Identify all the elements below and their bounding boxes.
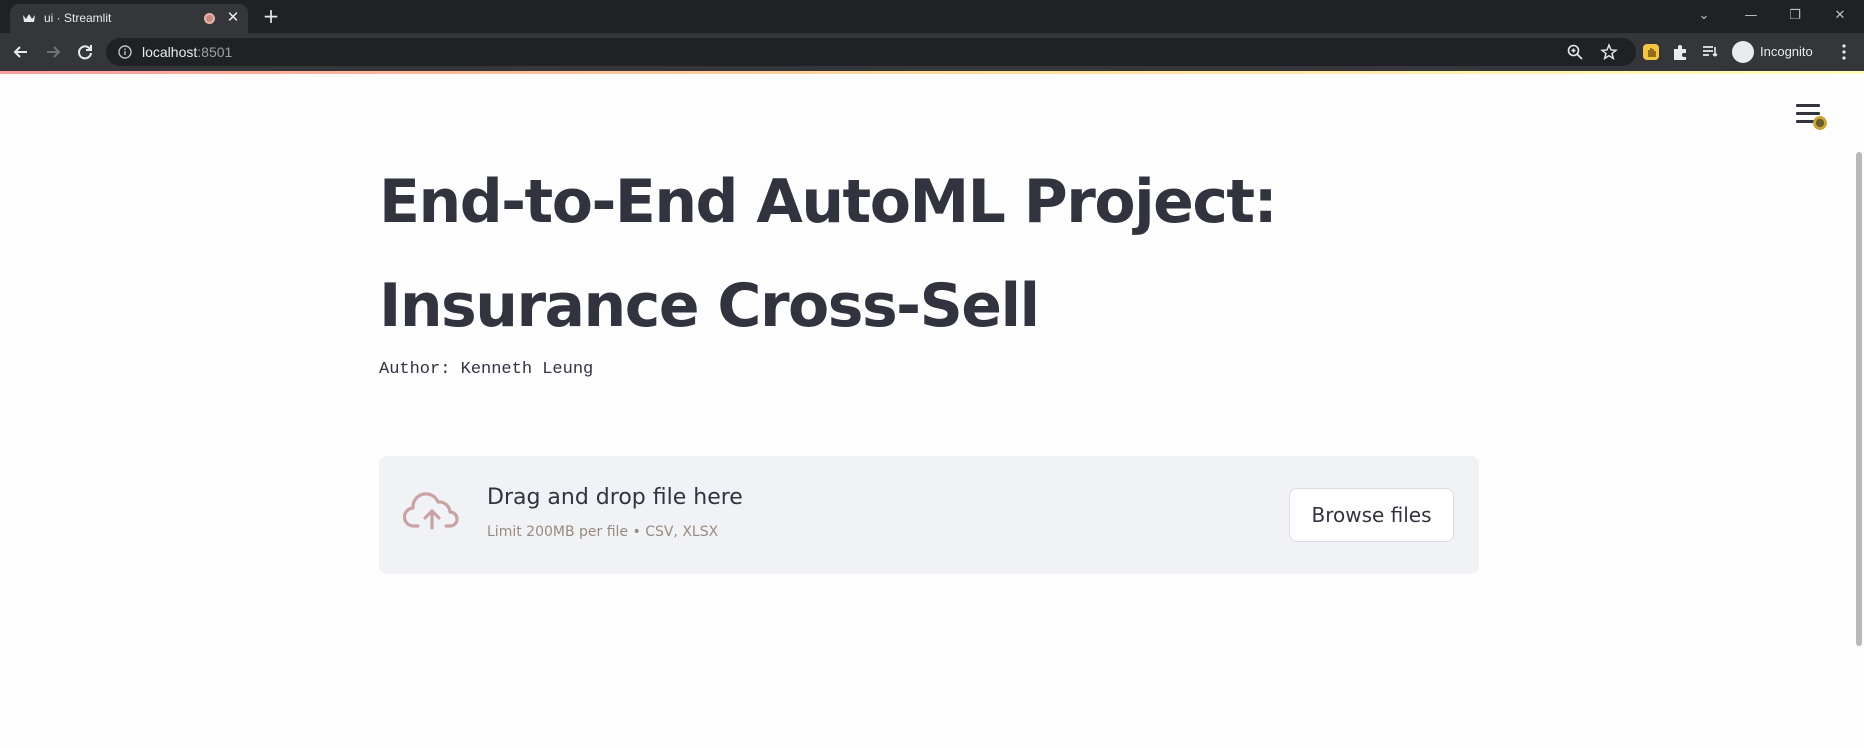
site-info-icon[interactable] [118,45,132,59]
reload-icon[interactable] [74,41,96,63]
incognito-icon [1732,41,1754,63]
url-port: :8501 [197,44,233,60]
tab-title: ui · Streamlit [44,11,112,25]
dropzone-limit-text: Limit 200MB per file • CSV, XLSX [487,524,719,540]
bookmark-star-icon[interactable] [1600,43,1618,61]
page-title: End-to-End AutoML Project: Insurance Cro… [379,150,1379,358]
address-bar[interactable]: localhost:8501 [106,38,1636,66]
profile-label: Incognito [1760,44,1813,59]
forward-arrow-icon[interactable] [42,41,64,63]
browser-toolbar: localhost:8501 Incognito [0,33,1864,71]
browse-files-button[interactable]: Browse files [1289,488,1454,542]
file-uploader-dropzone[interactable]: Drag and drop file here Limit 200MB per … [379,456,1479,574]
new-tab-button[interactable]: + [260,5,282,27]
maximize-icon[interactable]: ❐ [1784,6,1806,26]
tab-close-icon[interactable]: ✕ [224,9,242,27]
page-scrollbar[interactable] [1856,152,1862,646]
dropzone-instruction: Drag and drop file here [487,485,743,510]
streamlit-crown-icon [23,14,35,22]
close-window-icon[interactable]: ✕ [1829,6,1851,26]
page-title-line-1: End-to-End AutoML Project: [379,167,1278,237]
kebab-menu-icon[interactable] [1834,42,1854,62]
zoom-icon[interactable] [1566,43,1584,61]
author-text: Author: Kenneth Leung [379,360,594,379]
extensions-puzzle-icon[interactable] [1670,42,1690,62]
back-arrow-icon[interactable] [10,41,32,63]
reading-list-icon[interactable] [1700,42,1720,62]
extension-hand-icon[interactable] [1641,42,1661,62]
browser-titlebar: ui · Streamlit ✕ + ⌄ — ❐ ✕ [0,0,1864,33]
url-host: localhost [142,44,198,60]
browser-tab[interactable]: ui · Streamlit ✕ [10,4,248,33]
streamlit-app: End-to-End AutoML Project: Insurance Cro… [0,74,1864,748]
page-title-line-2: Insurance Cross-Sell [379,271,1040,341]
minimize-icon[interactable]: — [1740,6,1762,26]
url-text[interactable]: localhost:8501 [142,44,232,60]
recording-indicator-icon [204,13,215,24]
mouse-cursor-highlight-icon [1813,116,1827,130]
cloud-upload-icon [403,492,459,530]
tab-search-icon[interactable]: ⌄ [1693,6,1715,26]
